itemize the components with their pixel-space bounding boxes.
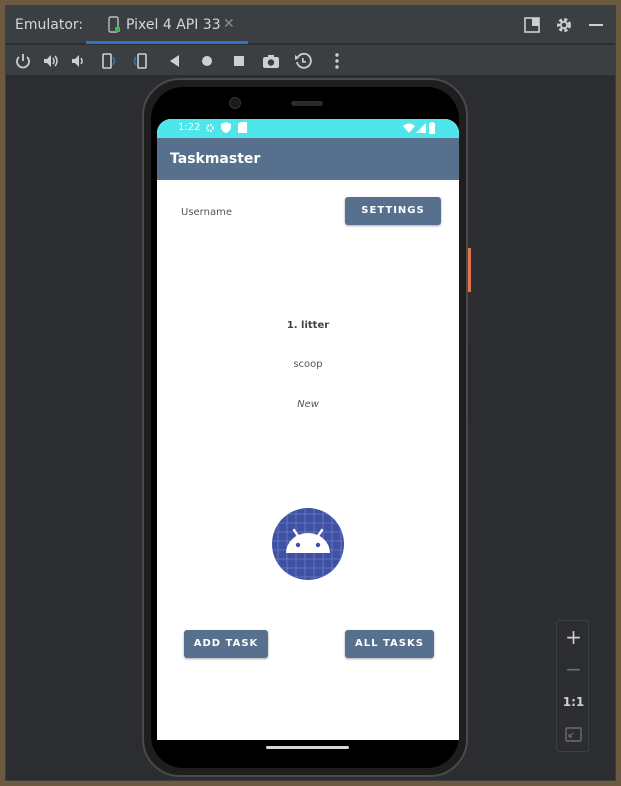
app-bar: Taskmaster <box>157 138 459 180</box>
username-label: Username <box>181 207 232 218</box>
close-icon[interactable]: ✕ <box>223 16 235 32</box>
settings-status-icon <box>206 124 214 132</box>
shield-icon <box>221 122 231 133</box>
volume-down-icon[interactable] <box>68 51 88 71</box>
signal-icon <box>416 123 426 133</box>
rotate-right-icon[interactable] <box>131 51 151 71</box>
snapshot-icon[interactable] <box>293 51 313 71</box>
tab-pixel-4-api-33[interactable]: Pixel 4 API 33 ✕ <box>86 6 248 44</box>
emulator-toolbar <box>6 45 615 75</box>
more-icon[interactable] <box>327 51 347 71</box>
power-side-button[interactable] <box>468 248 471 292</box>
window-title: Emulator: <box>15 17 84 33</box>
fit-screen-icon[interactable] <box>565 726 582 743</box>
zoom-in-button[interactable]: + <box>557 625 590 649</box>
tab-label: Pixel 4 API 33 <box>126 17 221 33</box>
restore-layout-icon[interactable] <box>522 15 542 35</box>
battery-icon <box>429 122 435 134</box>
tab-active-indicator <box>86 41 248 44</box>
status-bar: 1:22 <box>157 119 459 138</box>
home-icon[interactable] <box>197 51 217 71</box>
wifi-icon <box>403 123 415 133</box>
minimize-icon[interactable] <box>586 15 606 35</box>
volume-up-icon[interactable] <box>41 51 61 71</box>
title-bar: Emulator: Pixel 4 API 33 ✕ <box>6 6 615 44</box>
task-body: scoop <box>293 359 323 370</box>
gear-icon[interactable] <box>554 15 574 35</box>
overview-icon[interactable] <box>229 51 249 71</box>
storage-icon <box>238 122 247 133</box>
task-state: New <box>297 399 319 410</box>
device-screen[interactable]: 1:22 Taskmaster Username SETTINGS 1. lit… <box>157 119 459 740</box>
android-icon <box>272 508 344 580</box>
zoom-actual-size-button[interactable]: 1:1 <box>557 695 590 709</box>
all-tasks-button[interactable]: ALL TASKS <box>345 630 434 658</box>
screenshot-icon[interactable] <box>261 51 281 71</box>
volume-side-button[interactable] <box>468 345 471 420</box>
settings-button[interactable]: SETTINGS <box>345 197 441 225</box>
status-time: 1:22 <box>178 122 201 133</box>
earpiece-speaker <box>291 101 323 106</box>
power-icon[interactable] <box>13 51 33 71</box>
app-title: Taskmaster <box>170 151 261 167</box>
device-icon <box>108 16 120 33</box>
task-title: 1. litter <box>286 320 330 331</box>
front-camera <box>229 97 241 109</box>
android-logo <box>272 508 344 580</box>
zoom-controls: + − 1:1 <box>556 620 589 752</box>
back-icon[interactable] <box>165 51 185 71</box>
zoom-out-button[interactable]: − <box>557 657 590 681</box>
rotate-left-icon[interactable] <box>98 51 118 71</box>
add-task-button[interactable]: ADD TASK <box>184 630 268 658</box>
gesture-nav-handle[interactable] <box>266 746 349 749</box>
